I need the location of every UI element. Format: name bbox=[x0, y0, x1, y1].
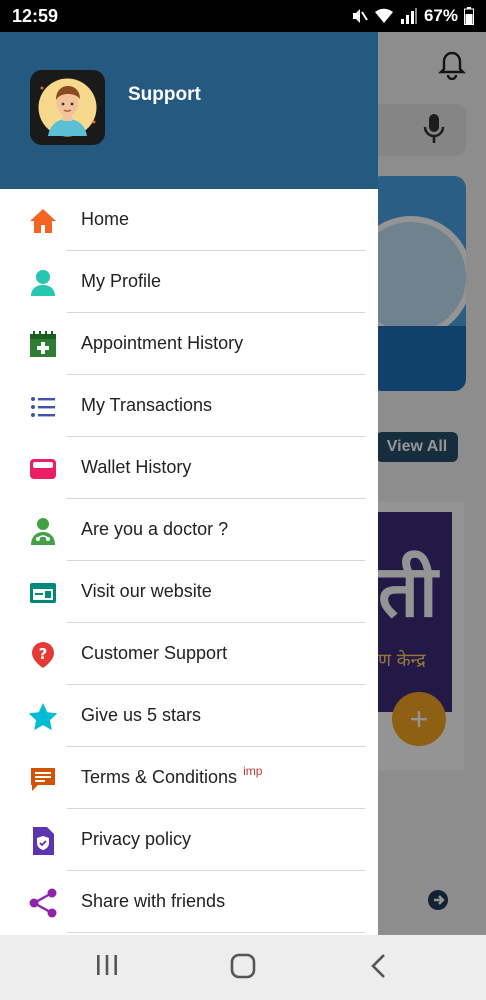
svg-text:?: ? bbox=[39, 645, 48, 663]
menu-item-visit-website[interactable]: Visit our website bbox=[0, 561, 378, 623]
person-icon bbox=[28, 268, 58, 298]
help-icon: ? bbox=[28, 640, 58, 670]
system-nav-bar bbox=[0, 935, 486, 1000]
menu-item-my-profile[interactable]: My Profile bbox=[0, 251, 378, 313]
menu-label: Customer Support bbox=[81, 643, 228, 663]
menu-item-customer-support[interactable]: ? Customer Support bbox=[0, 623, 378, 685]
status-icons: 67% bbox=[350, 6, 474, 26]
mute-icon bbox=[350, 7, 368, 25]
menu-item-my-transactions[interactable]: My Transactions bbox=[0, 375, 378, 437]
share-icon bbox=[28, 888, 58, 918]
battery-icon bbox=[464, 7, 474, 25]
menu-item-share-with-friends[interactable]: Share with friends bbox=[0, 871, 378, 933]
menu-item-give-5-stars[interactable]: Give us 5 stars bbox=[0, 685, 378, 747]
drawer-title: Support bbox=[128, 84, 201, 105]
menu-label: Appointment History bbox=[81, 333, 244, 353]
divider bbox=[67, 932, 365, 933]
status-time: 12:59 bbox=[12, 5, 59, 26]
signal-icon bbox=[400, 7, 418, 25]
chat-icon bbox=[28, 764, 58, 794]
back-icon[interactable] bbox=[368, 953, 390, 984]
menu-label: Give us 5 stars bbox=[81, 705, 202, 725]
menu-label: Privacy policy bbox=[81, 829, 192, 849]
drawer-header: Support bbox=[0, 32, 378, 189]
menu-label: Terms & Conditions imp bbox=[81, 764, 263, 788]
star-icon bbox=[28, 702, 58, 732]
menu-item-appointment-history[interactable]: Appointment History bbox=[0, 313, 378, 375]
shield-document-icon bbox=[28, 826, 58, 856]
menu-label: My Transactions bbox=[81, 395, 213, 415]
drawer-menu: Home My Profile Appointment History My T… bbox=[0, 189, 378, 933]
menu-label: Wallet History bbox=[81, 457, 192, 477]
website-icon bbox=[28, 578, 58, 608]
menu-item-home[interactable]: Home bbox=[0, 189, 378, 251]
wallet-icon bbox=[28, 454, 58, 484]
menu-label-text: Terms & Conditions bbox=[81, 767, 238, 787]
menu-item-privacy-policy[interactable]: Privacy policy bbox=[0, 809, 378, 871]
menu-label: My Profile bbox=[81, 271, 162, 291]
drawer-scrim[interactable] bbox=[378, 32, 486, 935]
home-button-icon[interactable] bbox=[230, 953, 256, 984]
menu-label: Share with friends bbox=[81, 891, 226, 911]
doctor-icon bbox=[28, 516, 58, 546]
battery-text: 67% bbox=[423, 6, 458, 25]
calendar-plus-icon bbox=[28, 330, 58, 360]
list-icon bbox=[28, 392, 58, 422]
avatar[interactable] bbox=[30, 70, 105, 145]
menu-item-are-you-a-doctor[interactable]: Are you a doctor ? bbox=[0, 499, 378, 561]
status-bar: 12:59 67% bbox=[0, 0, 486, 32]
menu-label: Home bbox=[81, 209, 130, 229]
menu-item-wallet-history[interactable]: Wallet History bbox=[0, 437, 378, 499]
menu-label: Are you a doctor ? bbox=[81, 519, 229, 539]
wifi-icon bbox=[374, 7, 394, 25]
navigation-drawer: Support Home My Profile Appointment Hist… bbox=[0, 32, 378, 935]
recent-apps-icon[interactable] bbox=[95, 953, 119, 982]
important-tag: imp bbox=[243, 764, 263, 778]
menu-item-terms-conditions[interactable]: Terms & Conditions imp bbox=[0, 747, 378, 809]
home-icon bbox=[28, 206, 58, 236]
menu-label: Visit our website bbox=[81, 581, 212, 601]
